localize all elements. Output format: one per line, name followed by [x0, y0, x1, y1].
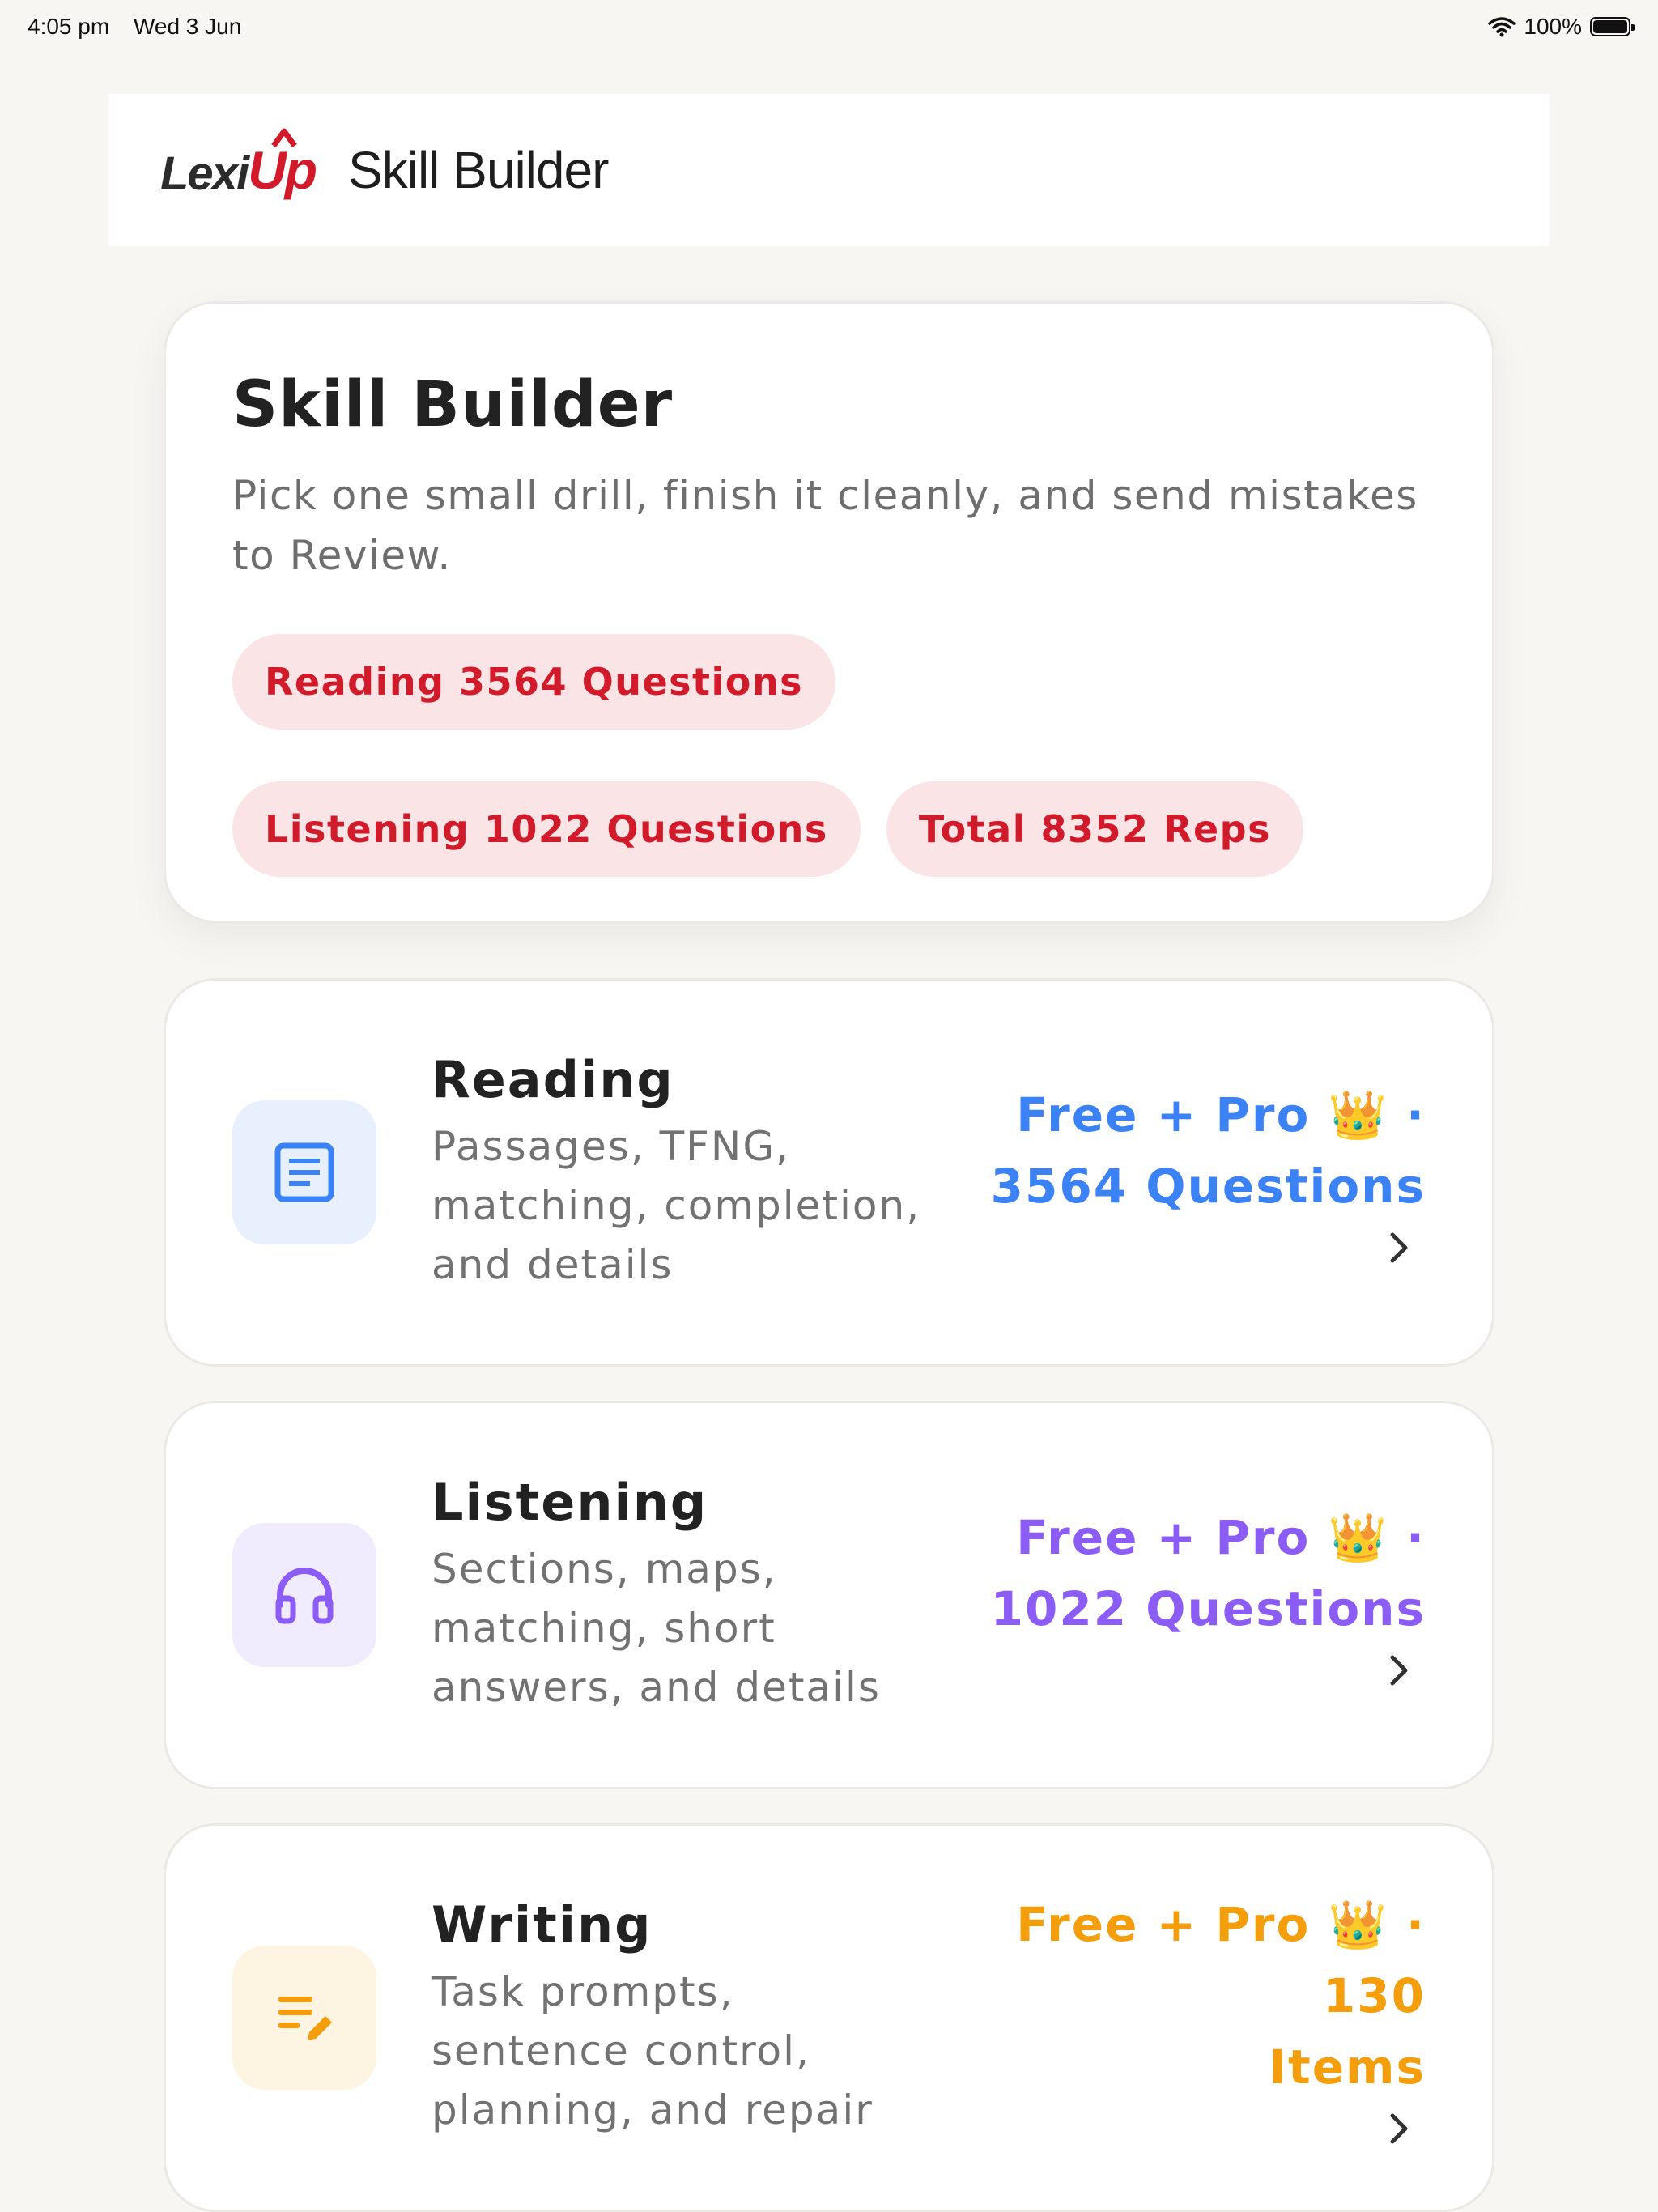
- reading-meta: Free + Pro 👑 · 3564 Questions: [991, 1079, 1426, 1266]
- battery-percent: 100%: [1524, 14, 1582, 39]
- up-arrow-icon: [271, 128, 297, 148]
- status-right: 100%: [1488, 14, 1635, 40]
- desc-line: planning, and repair: [432, 2087, 874, 2133]
- skill-card-listening[interactable]: Listening Sections, maps, matching, shor…: [164, 1401, 1494, 1789]
- skill-description: Passages, TFNG, matching, completion, an…: [432, 1117, 933, 1295]
- stats-chips: Reading 3564 Questions Listening 1022 Qu…: [232, 634, 1414, 877]
- skill-name: Reading: [432, 1050, 674, 1109]
- skill-meta-text: Free + Pro 👑 · 1022 Questions: [991, 1502, 1426, 1644]
- app-header: Lexi Up Skill Builder: [108, 94, 1550, 246]
- header-title: Skill Builder: [348, 141, 609, 199]
- chevron-right-icon: [1390, 2113, 1408, 2144]
- writing-meta: Free + Pro 👑 · 130 Items: [915, 1889, 1426, 2146]
- meta-line: Free + Pro 👑 ·: [1016, 1510, 1426, 1565]
- chip-listening-count: Listening 1022 Questions: [232, 781, 861, 877]
- hero-title: Skill Builder: [232, 368, 674, 441]
- skill-meta-text: Free + Pro 👑 · 130 Items: [915, 1889, 1426, 2103]
- reading-text: Reading Passages, TFNG, matching, comple…: [432, 1050, 933, 1295]
- skill-description: Task prompts, sentence control, planning…: [432, 1963, 915, 2140]
- meta-line: 1022 Questions: [990, 1581, 1426, 1636]
- desc-line: Passages, TFNG,: [432, 1123, 790, 1170]
- listening-icon-box: [232, 1523, 376, 1667]
- writing-icon-box: [232, 1946, 376, 2090]
- skill-name: Listening: [432, 1473, 708, 1532]
- skill-description: Sections, maps, matching, short answers,…: [432, 1540, 933, 1717]
- hero-card: Skill Builder Pick one small drill, fini…: [164, 301, 1494, 923]
- desc-line: answers, and details: [432, 1664, 881, 1711]
- logo-up-label: Up: [248, 140, 317, 200]
- meta-line: Free + Pro 👑 ·: [1016, 1087, 1426, 1142]
- wifi-icon: [1488, 17, 1516, 37]
- reading-icon-box: [232, 1100, 376, 1244]
- skill-meta-text: Free + Pro 👑 · 3564 Questions: [991, 1079, 1426, 1222]
- listening-meta: Free + Pro 👑 · 1022 Questions: [991, 1502, 1426, 1688]
- headphones-icon: [275, 1568, 334, 1624]
- skill-card-writing[interactable]: Writing Task prompts, sentence control, …: [164, 1823, 1494, 2212]
- chevron-right-icon: [1390, 1655, 1408, 1686]
- status-time: 4:05 pm: [28, 14, 110, 39]
- lexiup-logo[interactable]: Lexi Up: [160, 128, 317, 201]
- status-date: Wed 3 Jun: [133, 14, 242, 39]
- desc-line: matching, short: [432, 1605, 776, 1652]
- logo-text-lexi: Lexi: [160, 147, 249, 200]
- meta-line: Items: [1269, 2040, 1426, 2095]
- desc-line: sentence control,: [432, 2027, 810, 2074]
- desc-line: Sections, maps,: [432, 1546, 777, 1593]
- skill-name: Writing: [432, 1895, 653, 1955]
- logo-text-up: Up: [248, 128, 317, 201]
- edit-note-icon: [278, 1997, 332, 2040]
- skill-card-reading[interactable]: Reading Passages, TFNG, matching, comple…: [164, 978, 1494, 1367]
- desc-line: Task prompts,: [432, 1968, 734, 2015]
- desc-line: and details: [432, 1241, 674, 1288]
- chip-total-reps: Total 8352 Reps: [886, 781, 1303, 877]
- writing-text: Writing Task prompts, sentence control, …: [432, 1895, 915, 2140]
- chevron-right-icon: [1390, 1232, 1408, 1263]
- chip-reading-count: Reading 3564 Questions: [232, 634, 836, 730]
- status-left: 4:05 pm Wed 3 Jun: [28, 14, 259, 40]
- hero-subtitle: Pick one small drill, finish it cleanly,…: [232, 472, 1418, 579]
- status-bar: 4:05 pm Wed 3 Jun 100%: [0, 0, 1658, 53]
- meta-line: 3564 Questions: [990, 1159, 1426, 1214]
- battery-icon: [1590, 17, 1635, 36]
- article-icon: [274, 1142, 334, 1202]
- listening-text: Listening Sections, maps, matching, shor…: [432, 1473, 933, 1717]
- meta-line: Free + Pro 👑 · 130: [1016, 1897, 1426, 2023]
- desc-line: matching, completion,: [432, 1182, 921, 1229]
